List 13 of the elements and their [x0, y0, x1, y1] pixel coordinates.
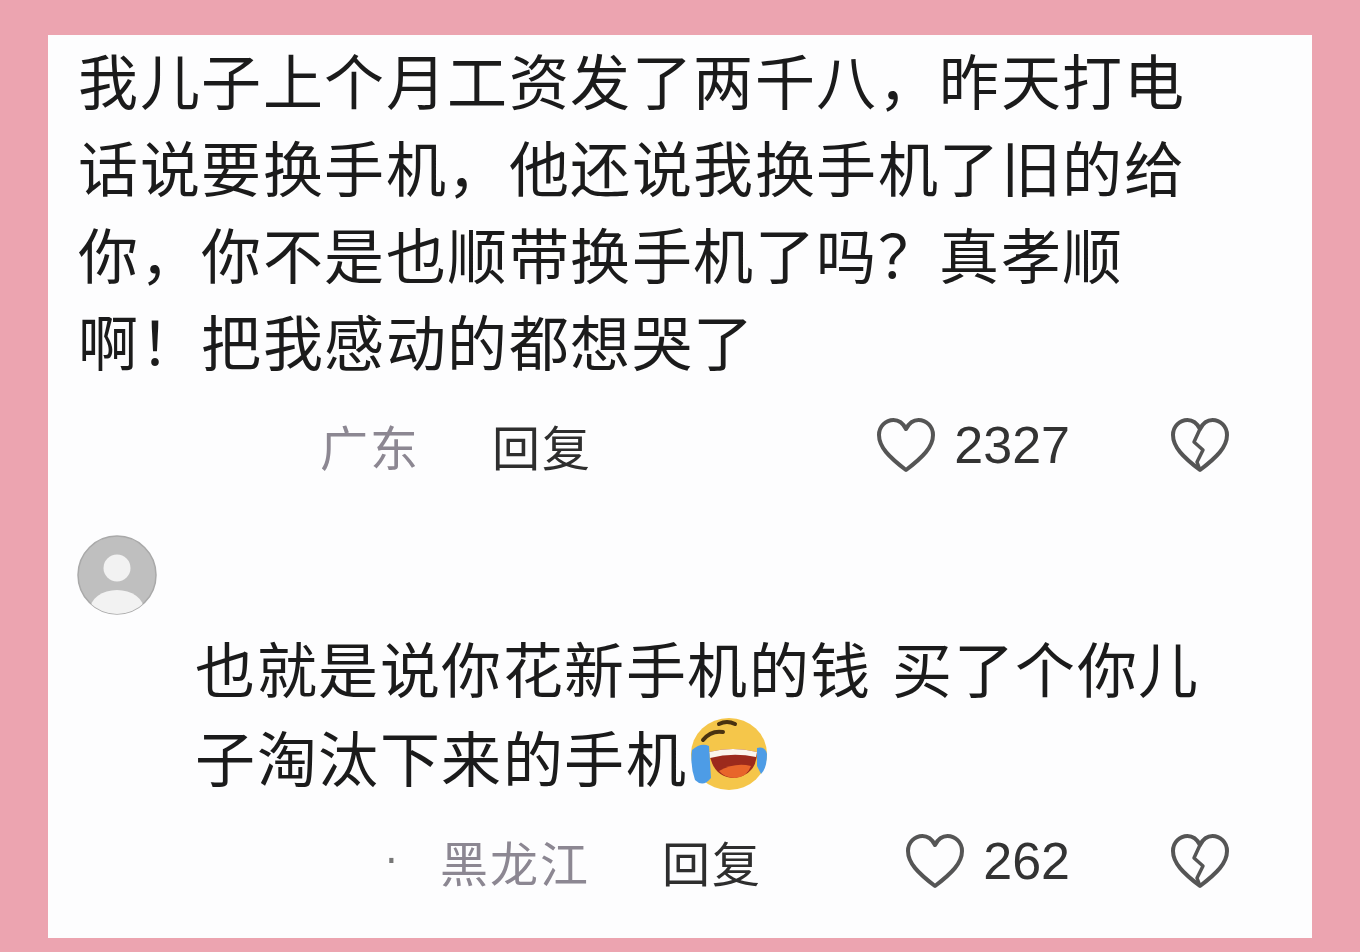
- like-count: 262: [983, 831, 1070, 891]
- broken-heart-icon[interactable]: [1170, 417, 1230, 473]
- comment-text: 也就是说你花新手机的钱 买了个你儿子淘汰下来的手机: [195, 637, 1200, 796]
- heart-icon[interactable]: [905, 833, 966, 889]
- broken-heart-icon[interactable]: [1170, 833, 1230, 889]
- like-count: 2327: [954, 415, 1070, 475]
- heart-icon[interactable]: [876, 417, 937, 473]
- comment-text: 我儿子上个月工资发了两千八，昨天打电话说要换手机，他还说我换手机了旧的给你，你不是也顺带换手机了吗？真孝顺啊！把我感动的都想哭了: [78, 49, 1185, 380]
- reply-link[interactable]: 回复: [492, 410, 592, 480]
- reply-link[interactable]: 回复: [661, 826, 762, 896]
- location-label: 黑龙江: [439, 836, 590, 895]
- separator: ·: [385, 838, 398, 884]
- location-label: 广东: [320, 420, 420, 479]
